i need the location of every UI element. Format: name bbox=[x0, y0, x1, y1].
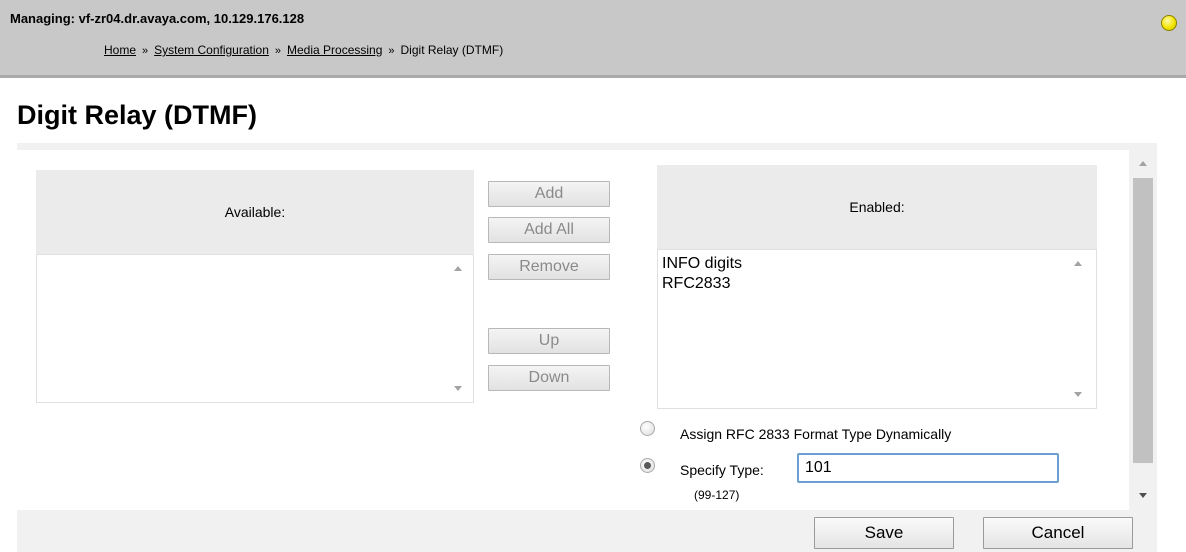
add-button[interactable]: Add bbox=[488, 181, 610, 207]
enabled-scroll-up-icon[interactable] bbox=[1074, 261, 1082, 266]
specify-type-radio[interactable] bbox=[640, 458, 655, 473]
breadcrumb-separator: » bbox=[274, 45, 281, 57]
radio-selected-dot bbox=[644, 462, 651, 469]
specify-type-input[interactable] bbox=[797, 453, 1059, 483]
assign-dynamically-label: Assign RFC 2833 Format Type Dynamically bbox=[680, 426, 952, 442]
breadcrumb-system-configuration-link[interactable]: System Configuration bbox=[154, 43, 269, 57]
up-button[interactable]: Up bbox=[488, 328, 610, 354]
down-button[interactable]: Down bbox=[488, 365, 610, 391]
panel-scrollbar-thumb[interactable] bbox=[1133, 178, 1153, 463]
add-all-button[interactable]: Add All bbox=[488, 217, 610, 243]
available-list-header: Available: bbox=[36, 170, 474, 254]
panel-scroll-down-icon[interactable] bbox=[1139, 493, 1147, 498]
page-title: Digit Relay (DTMF) bbox=[17, 100, 257, 130]
available-listbox[interactable] bbox=[36, 254, 474, 403]
specify-type-label: Specify Type: bbox=[680, 462, 764, 478]
breadcrumb-media-processing-link[interactable]: Media Processing bbox=[287, 43, 382, 57]
breadcrumb-separator: » bbox=[142, 45, 149, 57]
enabled-scroll-down-icon[interactable] bbox=[1074, 392, 1082, 397]
top-header-bar: Managing: vf-zr04.dr.avaya.com, 10.129.1… bbox=[0, 0, 1186, 78]
cancel-button[interactable]: Cancel bbox=[983, 517, 1133, 549]
breadcrumb: Home » System Configuration » Media Processi… bbox=[104, 43, 503, 57]
remove-button[interactable]: Remove bbox=[488, 254, 610, 280]
configuration-panel: Available: Add Add All Remove Up Down En… bbox=[17, 143, 1157, 552]
panel-scrollbar[interactable] bbox=[1129, 150, 1157, 510]
breadcrumb-separator: » bbox=[388, 45, 395, 57]
save-button[interactable]: Save bbox=[814, 517, 954, 549]
enabled-list-item[interactable]: RFC2833 bbox=[658, 274, 1096, 294]
breadcrumb-home-link[interactable]: Home bbox=[104, 43, 136, 57]
enabled-list-item[interactable]: INFO digits bbox=[658, 254, 1096, 274]
assign-dynamically-radio[interactable] bbox=[640, 421, 655, 436]
type-range-hint: (99-127) bbox=[694, 488, 740, 502]
available-scroll-up-icon[interactable] bbox=[454, 266, 462, 271]
breadcrumb-current: Digit Relay (DTMF) bbox=[400, 43, 504, 57]
status-indicator-icon bbox=[1161, 15, 1177, 31]
enabled-listbox[interactable]: INFO digits RFC2833 bbox=[657, 249, 1097, 409]
available-scroll-down-icon[interactable] bbox=[454, 386, 462, 391]
panel-scroll-up-icon[interactable] bbox=[1139, 161, 1147, 166]
scrollable-content: Available: Add Add All Remove Up Down En… bbox=[17, 150, 1129, 510]
enabled-list-header: Enabled: bbox=[657, 165, 1097, 249]
managing-label: Managing: vf-zr04.dr.avaya.com, 10.129.1… bbox=[10, 11, 305, 26]
